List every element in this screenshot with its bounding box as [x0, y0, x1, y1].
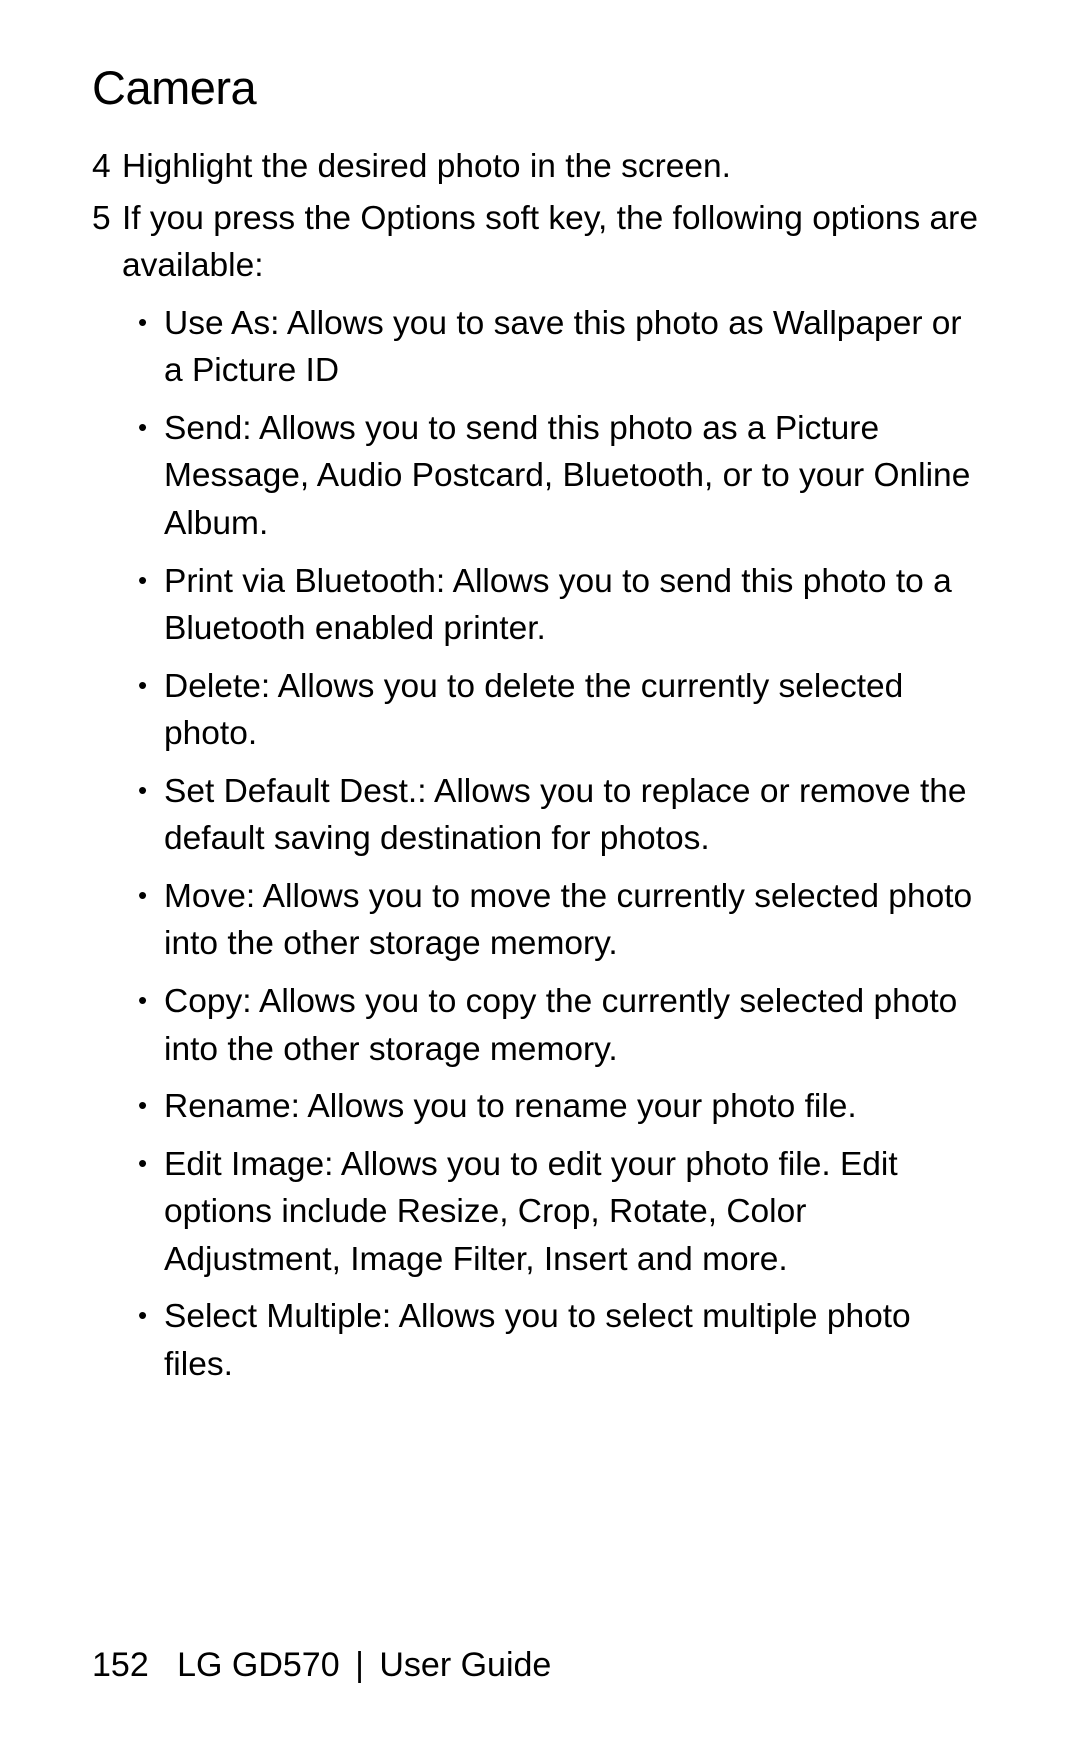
- page-footer: 152 LG GD570 | User Guide: [92, 1646, 551, 1685]
- bullet-text: Use As: Allows you to save this photo as…: [164, 300, 990, 395]
- bullet-text: Move: Allows you to move the currently s…: [164, 873, 990, 968]
- list-item: • Send: Allows you to send this photo as…: [138, 405, 990, 548]
- step-text: If you press the Options soft key, the f…: [122, 195, 990, 290]
- bullet-icon: •: [138, 978, 164, 1073]
- bullet-text: Set Default Dest.: Allows you to replace…: [164, 768, 990, 863]
- bullet-text: Edit Image: Allows you to edit your phot…: [164, 1141, 990, 1284]
- bullet-icon: •: [138, 873, 164, 968]
- bullet-icon: •: [138, 558, 164, 653]
- list-item: • Edit Image: Allows you to edit your ph…: [138, 1141, 990, 1284]
- list-item: • Move: Allows you to move the currently…: [138, 873, 990, 968]
- bullet-text: Select Multiple: Allows you to select mu…: [164, 1293, 990, 1388]
- bullet-list: • Use As: Allows you to save this photo …: [92, 300, 990, 1389]
- list-item: 4 Highlight the desired photo in the scr…: [92, 143, 990, 191]
- bullet-icon: •: [138, 1141, 164, 1284]
- bullet-text: Delete: Allows you to delete the current…: [164, 663, 990, 758]
- bullet-icon: •: [138, 663, 164, 758]
- bullet-icon: •: [138, 768, 164, 863]
- doc-title: User Guide: [379, 1646, 551, 1684]
- footer-separator: |: [355, 1646, 364, 1684]
- bullet-icon: •: [138, 1083, 164, 1131]
- bullet-text: Send: Allows you to send this photo as a…: [164, 405, 990, 548]
- device-name: LG GD570: [177, 1646, 340, 1684]
- list-item: • Set Default Dest.: Allows you to repla…: [138, 768, 990, 863]
- list-item: • Select Multiple: Allows you to select …: [138, 1293, 990, 1388]
- step-text: Highlight the desired photo in the scree…: [122, 143, 990, 191]
- page-title: Camera: [92, 60, 990, 115]
- bullet-icon: •: [138, 1293, 164, 1388]
- step-number: 5: [92, 195, 122, 290]
- bullet-text: Rename: Allows you to rename your photo …: [164, 1083, 990, 1131]
- bullet-icon: •: [138, 300, 164, 395]
- bullet-text: Print via Bluetooth: Allows you to send …: [164, 558, 990, 653]
- page-content: 4 Highlight the desired photo in the scr…: [92, 143, 990, 1389]
- list-item: • Copy: Allows you to copy the currently…: [138, 978, 990, 1073]
- list-item: • Rename: Allows you to rename your phot…: [138, 1083, 990, 1131]
- list-item: 5 If you press the Options soft key, the…: [92, 195, 990, 290]
- bullet-icon: •: [138, 405, 164, 548]
- list-item: • Use As: Allows you to save this photo …: [138, 300, 990, 395]
- bullet-text: Copy: Allows you to copy the currently s…: [164, 978, 990, 1073]
- list-item: • Print via Bluetooth: Allows you to sen…: [138, 558, 990, 653]
- list-item: • Delete: Allows you to delete the curre…: [138, 663, 990, 758]
- step-number: 4: [92, 143, 122, 191]
- page-number: 152: [92, 1646, 149, 1684]
